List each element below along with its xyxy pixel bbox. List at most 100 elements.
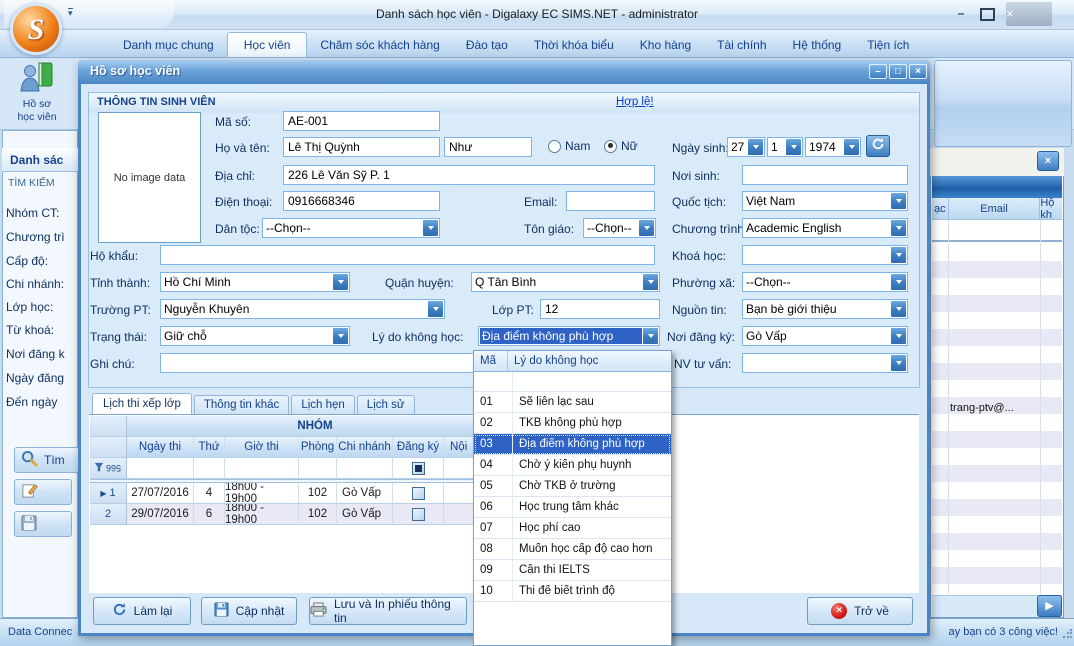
save-button[interactable] — [14, 511, 72, 537]
cell-phong[interactable]: 102 — [299, 504, 337, 525]
cell-thu[interactable]: 6 — [194, 504, 225, 525]
dropdown-item-07[interactable]: 07Học phí cao — [474, 518, 671, 539]
ma-so-input[interactable] — [283, 111, 440, 131]
column-header-phong[interactable]: Phòng — [299, 437, 337, 458]
dropdown-item-04[interactable]: 04Chờ ý kiến phụ huynh — [474, 455, 671, 476]
noi-dang-ky-select[interactable]: Gò Vấp — [742, 326, 908, 346]
chevron-down-icon[interactable] — [748, 139, 763, 155]
column-header-dang-ky[interactable]: Đăng ký — [393, 437, 444, 458]
chevron-down-icon[interactable] — [891, 355, 906, 371]
luu-va-in-button[interactable]: Lưu và In phiếu thông tin — [309, 597, 467, 625]
birth-month-select[interactable]: 1 — [767, 137, 803, 157]
filter-cell[interactable] — [337, 458, 393, 479]
grid-row-1[interactable]: ▶1 27/07/2016 4 18h00 - 19h00 102 Gò Vấp — [90, 483, 504, 504]
checkbox-unchecked[interactable] — [412, 487, 425, 500]
menu-kho-hang[interactable]: Kho hàng — [627, 33, 704, 57]
dialog-maximize-button[interactable]: □ — [889, 64, 907, 79]
cell-chi-nhanh[interactable]: Gò Vấp — [337, 504, 393, 525]
nguon-tin-select[interactable]: Bạn bè giới thiệu — [742, 299, 908, 319]
gender-radio-nu[interactable]: Nữ — [604, 139, 638, 153]
chevron-down-icon[interactable] — [639, 220, 654, 236]
filter-cell[interactable] — [225, 458, 299, 479]
email-cell[interactable]: trang-ptv@... — [950, 402, 1042, 414]
chevron-down-icon[interactable] — [333, 328, 348, 344]
column-header-ngay-thi[interactable]: Ngày thi — [127, 437, 194, 458]
photo-placeholder[interactable]: No image data — [98, 112, 201, 243]
trang-thai-select[interactable]: Giữ chỗ — [160, 326, 350, 346]
edit-button[interactable] — [14, 479, 72, 505]
grid-filter-row[interactable]: 566 — [90, 458, 504, 479]
tro-ve-button[interactable]: × Trở về — [807, 597, 913, 625]
filter-cell[interactable] — [299, 458, 337, 479]
noi-sinh-input[interactable] — [742, 165, 908, 185]
refresh-birthdate-button[interactable] — [866, 135, 890, 157]
dialog-minimize-button[interactable]: – — [869, 64, 887, 79]
menu-dao-tao[interactable]: Đào tạo — [453, 33, 521, 57]
chevron-down-icon[interactable] — [891, 193, 906, 209]
chevron-down-icon[interactable] — [643, 274, 658, 290]
sidebar-tab-danh-sach[interactable]: Danh sác — [2, 148, 78, 172]
app-logo-icon[interactable]: S — [10, 3, 62, 55]
truong-pt-select[interactable]: Nguyễn Khuyên — [160, 299, 445, 319]
chevron-down-icon[interactable] — [643, 328, 658, 344]
cell-phong[interactable]: 102 — [299, 483, 337, 504]
dropdown-item-10[interactable]: 10Thi để biết trình độ — [474, 581, 671, 602]
cell-dang-ky[interactable] — [393, 504, 444, 525]
dialog-close-button[interactable]: × — [909, 64, 927, 79]
column-header-contact[interactable]: ạc — [932, 198, 949, 219]
window-minimize-button[interactable]: – — [950, 5, 972, 23]
chevron-down-icon[interactable] — [428, 301, 443, 317]
dropdown-item-03-selected[interactable]: 03Địa điểm không phù hợp — [474, 434, 671, 455]
lop-pt-input[interactable] — [540, 299, 660, 319]
khoa-hoc-select[interactable] — [742, 245, 908, 265]
checkbox-unchecked[interactable] — [412, 508, 425, 521]
dan-toc-select[interactable]: --Chọn-- — [262, 218, 440, 238]
menu-tai-chinh[interactable]: Tài chính — [704, 33, 779, 57]
chevron-down-icon[interactable] — [423, 220, 438, 236]
chevron-down-icon[interactable] — [333, 274, 348, 290]
ho-input[interactable] — [283, 137, 440, 157]
chevron-down-icon[interactable] — [844, 139, 859, 155]
window-maximize-button[interactable] — [976, 5, 998, 23]
menu-cham-soc-khach-hang[interactable]: Chăm sóc khách hàng — [307, 33, 452, 57]
chevron-down-icon[interactable] — [891, 220, 906, 236]
cell-dang-ky[interactable] — [393, 483, 444, 504]
filter-cell[interactable] — [127, 458, 194, 479]
ho-khau-input[interactable] — [160, 245, 655, 265]
chevron-down-icon[interactable] — [786, 139, 801, 155]
email-input[interactable] — [566, 191, 655, 211]
list-rows[interactable] — [932, 244, 1062, 594]
chevron-down-icon[interactable]: ▾ — [68, 8, 73, 18]
student-profile-toolbar-button[interactable]: Hồ sơ học viên — [4, 60, 70, 128]
dropdown-item-09[interactable]: 09Cần thi IELTS — [474, 560, 671, 581]
chevron-down-icon[interactable] — [891, 247, 906, 263]
cell-gio-thi[interactable]: 18h00 - 19h00 — [225, 504, 299, 525]
nv-tu-van-select[interactable] — [742, 353, 908, 373]
cell-ngay-thi[interactable]: 27/07/2016 — [127, 483, 194, 504]
chevron-down-icon[interactable] — [891, 274, 906, 290]
quoc-tich-select[interactable]: Việt Nam — [742, 191, 908, 211]
menu-he-thong[interactable]: Hệ thống — [780, 33, 855, 57]
filter-cell[interactable] — [194, 458, 225, 479]
birth-year-select[interactable]: 1974 — [805, 137, 861, 157]
menu-danh-muc-chung[interactable]: Danh mục chung — [110, 33, 227, 57]
valid-link[interactable]: Hợp lệ! — [616, 96, 654, 108]
gender-radio-nam[interactable]: Nam — [548, 139, 590, 153]
dialog-titlebar[interactable]: Hồ sơ học viên – □ × — [78, 60, 930, 84]
column-header-hokhau[interactable]: Hộ kh — [1040, 198, 1062, 219]
tinh-thanh-select[interactable]: Hồ Chí Minh — [160, 272, 350, 292]
column-header-thu[interactable]: Thứ — [194, 437, 225, 458]
resize-grip[interactable] — [1062, 629, 1072, 639]
chevron-down-icon[interactable] — [891, 328, 906, 344]
ton-giao-select[interactable]: --Chọn-- — [583, 218, 656, 238]
grid-row-2[interactable]: 2 29/07/2016 6 18h00 - 19h00 102 Gò Vấp — [90, 504, 504, 525]
cell-gio-thi[interactable]: 18h00 - 19h00 — [225, 483, 299, 504]
cell-thu[interactable]: 4 — [194, 483, 225, 504]
tab-lich-hen[interactable]: Lịch hẹn — [291, 395, 354, 414]
filter-cell[interactable] — [393, 458, 444, 479]
tab-lich-thi-xep-lop[interactable]: Lịch thi xếp lớp — [92, 393, 192, 414]
menu-hoc-vien[interactable]: Học viên — [227, 32, 308, 57]
checkbox-indeterminate[interactable] — [412, 462, 425, 475]
scroll-right-arrow[interactable]: ▶ — [1037, 595, 1062, 617]
tab-thong-tin-khac[interactable]: Thông tin khác — [194, 395, 289, 414]
